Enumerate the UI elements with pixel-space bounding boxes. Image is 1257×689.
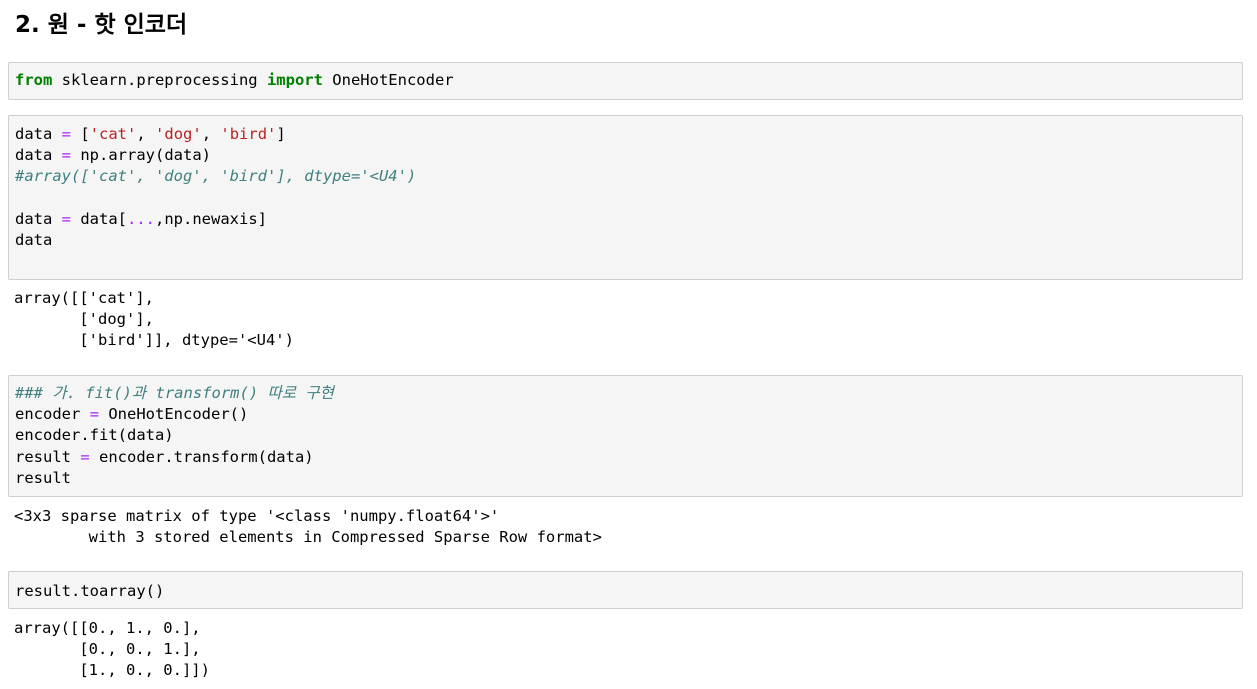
cell-code: from sklearn.preprocessing import OneHot…: [15, 70, 454, 91]
code-line: data = ['cat', 'dog', 'bird']: [15, 124, 416, 145]
code-token: =: [89, 405, 99, 424]
output-line: array([['cat'],: [14, 288, 294, 309]
code-cell-encoder[interactable]: ### 가. fit()과 transform() 따로 구현 encoder =…: [8, 375, 1243, 497]
code-line: from sklearn.preprocessing import OneHot…: [15, 70, 454, 91]
code-line: result.toarray(): [15, 581, 164, 602]
output-line: ['dog'],: [14, 309, 294, 330]
code-token: ...: [127, 209, 156, 228]
output-line: <3x3 sparse matrix of type '<class 'nump…: [14, 506, 602, 527]
code-cell-data[interactable]: data = ['cat', 'dog', 'bird'] data = np.a…: [8, 115, 1243, 280]
code-token: ,np.newaxis]: [155, 209, 267, 228]
code-cell-import[interactable]: from sklearn.preprocessing import OneHot…: [8, 62, 1243, 100]
code-line: encoder.fit(data): [15, 425, 334, 446]
output-line: [1., 0., 0.]]): [14, 660, 210, 681]
code-token: result: [15, 447, 81, 466]
code-token: import: [266, 71, 323, 89]
code-token: data: [15, 230, 53, 249]
code-token: [1., 0., 0.]]): [14, 661, 210, 680]
cell-code: result.toarray(): [15, 581, 164, 602]
output-line: ['bird']], dtype='<U4'): [14, 330, 294, 351]
code-token: result.toarray(): [15, 582, 165, 600]
code-token: ['dog'],: [14, 310, 154, 329]
code-token: data[: [71, 209, 128, 228]
cell-code: ### 가. fit()과 transform() 따로 구현 encoder =…: [15, 383, 334, 489]
output-line: array([[0., 1., 0.],: [14, 618, 210, 639]
code-line: result: [15, 468, 334, 489]
code-token: =: [61, 209, 72, 228]
code-token: array([[0., 1., 0.],: [14, 619, 201, 637]
code-token: ### 가. fit()과 transform() 따로 구현: [15, 384, 334, 402]
code-line: data = data[...,np.newaxis]: [15, 209, 416, 230]
code-token: encoder: [15, 405, 90, 424]
code-token: np.array(data): [71, 146, 211, 165]
code-token: data: [15, 209, 62, 228]
code-token: encoder.fit(data): [15, 426, 174, 445]
code-line: data: [15, 230, 416, 251]
code-token: result: [15, 468, 71, 487]
code-token: <3x3 sparse matrix of type '<class 'nump…: [14, 507, 500, 525]
code-token: OneHotEncoder(): [99, 405, 249, 424]
code-token: ,: [136, 125, 156, 143]
output-line: [0., 0., 1.],: [14, 639, 210, 660]
output-sparse-matrix: <3x3 sparse matrix of type '<class 'nump…: [14, 506, 602, 548]
code-token: data: [15, 125, 62, 143]
output-line: with 3 stored elements in Compressed Spa…: [14, 527, 602, 548]
code-line: encoder = OneHotEncoder(): [15, 404, 334, 425]
code-token: [0., 0., 1.],: [14, 640, 201, 659]
code-token: data: [15, 146, 62, 165]
code-token: ]: [276, 125, 286, 143]
code-token: with 3 stored elements in Compressed Spa…: [14, 528, 602, 547]
code-token: 'bird': [220, 125, 277, 143]
code-token: 'cat': [89, 125, 137, 143]
code-token: sklearn.preprocessing: [52, 71, 267, 89]
output-onehot-array: array([[0., 1., 0.], [0., 0., 1.], [1., …: [14, 618, 210, 682]
code-token: 'dog': [155, 125, 202, 143]
output-data-array: array([['cat'], ['dog'], ['bird']], dtyp…: [14, 288, 294, 352]
code-token: ['bird']], dtype='<U4'): [14, 331, 294, 350]
code-token: encoder.transform(data): [89, 447, 314, 466]
code-cell-toarray[interactable]: result.toarray(): [8, 571, 1243, 609]
code-token: #array(['cat', 'dog', 'bird'], dtype='<U…: [15, 167, 417, 186]
code-line: result = encoder.transform(data): [15, 447, 334, 468]
section-heading: 2. 원 - 핫 인코더: [15, 12, 188, 38]
code-token: =: [61, 146, 72, 165]
code-token: ,: [201, 125, 221, 143]
code-token: OneHotEncoder: [322, 71, 454, 89]
code-line: data = np.array(data): [15, 145, 416, 166]
code-token: =: [61, 125, 72, 143]
code-token: from: [15, 71, 53, 89]
code-token: array([['cat'],: [14, 289, 154, 307]
cell-code: data = ['cat', 'dog', 'bird'] data = np.a…: [15, 124, 416, 272]
code-token: =: [80, 447, 90, 466]
code-line: #array(['cat', 'dog', 'bird'], dtype='<U…: [15, 166, 416, 187]
code-token: [: [71, 125, 90, 143]
code-line: ### 가. fit()과 transform() 따로 구현: [15, 383, 334, 404]
